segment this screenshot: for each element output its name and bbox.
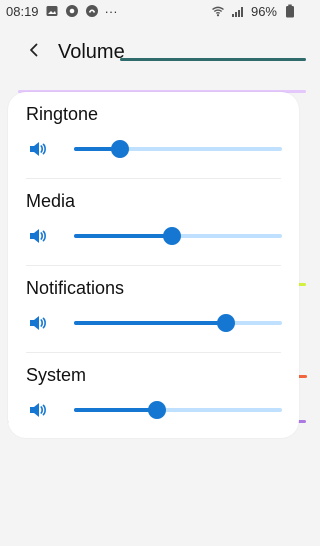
media-volume-slider[interactable] [74, 227, 282, 245]
system-volume-slider[interactable] [74, 401, 282, 419]
section-ringtone: Ringtone [8, 92, 299, 179]
section-media: Media [8, 179, 299, 266]
status-right: 96% [211, 4, 297, 19]
section-label: Ringtone [26, 104, 99, 124]
section-label: Media [26, 191, 76, 211]
battery-icon [283, 4, 297, 18]
section-notifications: Notifications [8, 266, 299, 353]
app-notification-icon [85, 4, 99, 18]
signal-icon [231, 4, 245, 18]
section-label: System [26, 365, 87, 385]
slider-thumb[interactable] [216, 314, 235, 332]
notifications-volume-slider[interactable] [74, 314, 282, 332]
artifact-stripe [120, 58, 306, 61]
battery-percent: 96% [250, 3, 277, 19]
slider-fill [74, 234, 172, 238]
slider-thumb[interactable] [110, 140, 129, 158]
slider-fill [74, 408, 158, 412]
volume-card: Ringtone Media Notifications System [8, 92, 299, 438]
status-time: 08:19 [6, 3, 39, 19]
slider-fill [74, 321, 226, 325]
status-left: 08:19 ··· [6, 4, 118, 19]
section-system: System [8, 353, 299, 438]
section-label: Notifications [26, 278, 125, 298]
page-title: Volume [58, 40, 125, 63]
speaker-volume-icon[interactable] [26, 224, 50, 248]
header: Volume [0, 22, 307, 82]
messenger-notification-icon [65, 4, 79, 18]
ringtone-volume-slider[interactable] [74, 140, 282, 158]
speaker-volume-icon[interactable] [26, 311, 50, 335]
gallery-notification-icon [45, 4, 59, 18]
speaker-volume-icon[interactable] [26, 137, 50, 161]
slider-thumb[interactable] [162, 227, 181, 245]
slider-thumb[interactable] [148, 401, 167, 419]
speaker-volume-icon[interactable] [26, 398, 50, 422]
wifi-icon [211, 4, 225, 18]
back-button[interactable] [18, 36, 50, 68]
status-bar: 08:19 ··· 96% [0, 0, 307, 22]
more-notifications-indicator: ··· [104, 3, 118, 19]
chevron-left-icon [25, 41, 43, 64]
